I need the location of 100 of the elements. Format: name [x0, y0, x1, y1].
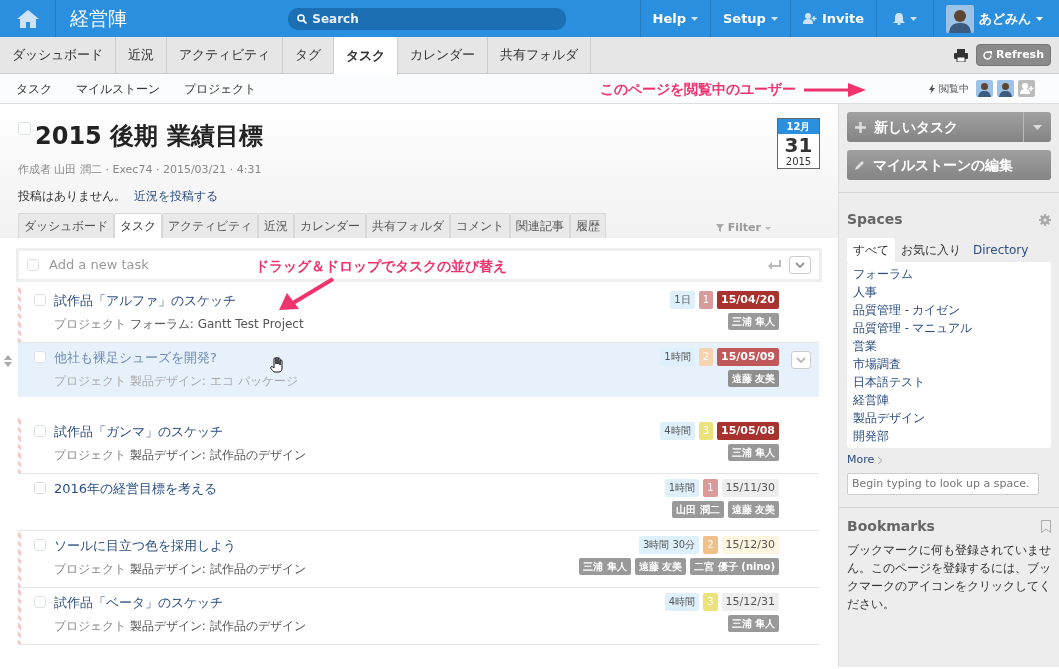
- viewers-label: 閲覧中: [939, 82, 969, 96]
- detail-tab[interactable]: タスク: [114, 212, 162, 238]
- assignee-tag: 遠藤 友美: [727, 501, 779, 519]
- caret-icon: [910, 16, 917, 21]
- task-title[interactable]: 2016年の経営目標を考える: [54, 479, 218, 499]
- print-icon[interactable]: [954, 48, 968, 62]
- due-date-badge: 15/12/31: [721, 593, 779, 612]
- subnav-link[interactable]: マイルストーン: [76, 79, 160, 98]
- detail-tab[interactable]: 共有フォルダ: [366, 212, 450, 238]
- section-title: Spaces: [847, 210, 903, 229]
- annotation-text: ドラッグ＆ドロップでタスクの並び替え: [255, 257, 507, 276]
- user-avatar-icon: [976, 80, 993, 97]
- dropdown-button[interactable]: [789, 256, 811, 274]
- task-checkbox[interactable]: [34, 596, 46, 608]
- due-date-calendar: 12月 31 2015: [777, 118, 820, 169]
- search-field[interactable]: Search: [288, 7, 567, 30]
- duration-badge: 4時間: [664, 593, 700, 612]
- task-checkbox[interactable]: [34, 482, 46, 494]
- due-date-badge: 15/05/08: [717, 422, 779, 441]
- annotation-arrow: [804, 82, 866, 97]
- task-checkbox[interactable]: [34, 425, 46, 437]
- detail-tab[interactable]: カレンダー: [294, 212, 366, 238]
- task-project: プロジェクト 製品デザイン: 試作品のデザイン: [54, 560, 307, 578]
- more-link[interactable]: More: [847, 452, 883, 469]
- settings-icon[interactable]: [1039, 213, 1051, 226]
- nav-tab[interactable]: 共有フォルダ: [488, 36, 591, 74]
- priority-badge: 2: [703, 536, 718, 555]
- bell-icon: [893, 12, 905, 25]
- task-project: プロジェクト 製品デザイン: 試作品のデザイン: [54, 446, 307, 464]
- caret-icon: [1033, 124, 1042, 130]
- nav-tab[interactable]: タスク: [334, 36, 398, 75]
- spaces-tab[interactable]: お気に入り: [895, 238, 967, 262]
- assignee-tag: 三浦 隼人: [727, 313, 779, 331]
- spaces-tab[interactable]: すべて: [847, 238, 895, 262]
- task-checkbox[interactable]: [34, 294, 46, 306]
- subnav-link[interactable]: タスク: [16, 79, 52, 98]
- duration-badge: 4時間: [660, 422, 695, 441]
- nav-tab[interactable]: 近況: [116, 36, 167, 74]
- detail-tab[interactable]: ダッシュボード: [18, 212, 114, 238]
- chevron-right-icon: [878, 456, 883, 464]
- detail-tab[interactable]: 履歴: [570, 212, 606, 238]
- lightning-icon: [929, 83, 935, 94]
- no-posts-text: 投稿はありません。: [18, 187, 126, 205]
- annotation-arrow: [277, 277, 337, 311]
- space-link[interactable]: 経営陣: [853, 391, 1045, 409]
- task-project: プロジェクト フォーラム: Gantt Test Project: [54, 315, 305, 333]
- nav-tab[interactable]: ダッシュボード: [0, 36, 116, 74]
- task-project: プロジェクト 製品デザイン: 試作品のデザイン: [54, 617, 307, 635]
- search-icon: [297, 13, 308, 24]
- space-link[interactable]: 製品デザイン: [853, 409, 1045, 427]
- user-avatar-icon: [997, 80, 1014, 97]
- assignee-tag: 三浦 隼人: [727, 615, 779, 633]
- task-title[interactable]: 試作品「ガンマ」のスケッチ: [54, 422, 223, 442]
- task-title[interactable]: 試作品「ベータ」のスケッチ: [54, 593, 223, 613]
- post-status-link[interactable]: 近況を投稿する: [134, 186, 218, 205]
- annotation-text: このページを閲覧中のユーザー: [600, 80, 796, 99]
- caret-icon: [690, 16, 698, 21]
- space-link[interactable]: 品質管理 - カイゼン: [853, 301, 1045, 319]
- task-project: プロジェクト 製品デザイン: エコ パッケージ: [54, 372, 299, 390]
- nav-tab[interactable]: カレンダー: [398, 36, 488, 74]
- nav-tab[interactable]: アクティビティ: [167, 36, 283, 74]
- add-task-checkbox[interactable]: [27, 259, 39, 271]
- pencil-icon: [855, 160, 865, 170]
- milestone-checkbox[interactable]: [18, 122, 31, 135]
- space-search-field[interactable]: Begin typing to look up a space.: [847, 472, 1039, 495]
- priority-badge: 3: [703, 593, 718, 612]
- space-link[interactable]: 人事: [853, 283, 1045, 301]
- priority-badge: 1: [698, 291, 714, 310]
- detail-tab[interactable]: アクティビティ: [162, 212, 258, 238]
- due-date-badge: 15/11/30: [721, 479, 779, 498]
- chevron-down-icon: [796, 357, 806, 363]
- task-title[interactable]: 試作品「アルファ」のスケッチ: [54, 291, 236, 311]
- subnav-link[interactable]: プロジェクト: [184, 79, 256, 98]
- detail-tab[interactable]: 近況: [258, 212, 294, 238]
- milestone-meta: 作成者 山田 潤二 · Exec74 · 2015/03/21 · 4:31: [18, 162, 263, 178]
- task-menu-button[interactable]: [791, 351, 811, 369]
- task-title[interactable]: ソールに目立つ色を採用しよう: [54, 536, 236, 556]
- assignee-tag: 遠藤 友美: [634, 558, 687, 576]
- detail-tab[interactable]: 関連記事: [510, 212, 570, 238]
- task-checkbox[interactable]: [34, 539, 46, 551]
- space-link[interactable]: フォーラム: [853, 265, 1045, 283]
- add-user-icon: [802, 13, 817, 24]
- bookmark-icon[interactable]: [1041, 519, 1051, 533]
- avatar-icon: [946, 4, 974, 33]
- duration-badge: 1時間: [664, 479, 700, 498]
- assignee-tag: 遠藤 友美: [727, 370, 779, 388]
- duration-badge: 1時間: [660, 348, 695, 367]
- spaces-tab[interactable]: Directory: [967, 238, 1035, 262]
- space-link[interactable]: 品質管理 - マニュアル: [853, 319, 1045, 337]
- section-title: Bookmarks: [847, 516, 935, 536]
- space-link[interactable]: 営業: [853, 337, 1045, 355]
- assignee-tag: 三浦 隼人: [727, 444, 779, 462]
- filter-icon: [715, 224, 724, 233]
- add-user-icon[interactable]: [1018, 80, 1035, 97]
- task-checkbox[interactable]: [34, 351, 46, 363]
- space-link[interactable]: 開発部: [853, 427, 1045, 445]
- space-link[interactable]: 日本語テスト: [853, 373, 1045, 391]
- space-link[interactable]: 市場調査: [853, 355, 1045, 373]
- detail-tab[interactable]: コメント: [450, 212, 510, 238]
- home-icon[interactable]: [16, 9, 39, 28]
